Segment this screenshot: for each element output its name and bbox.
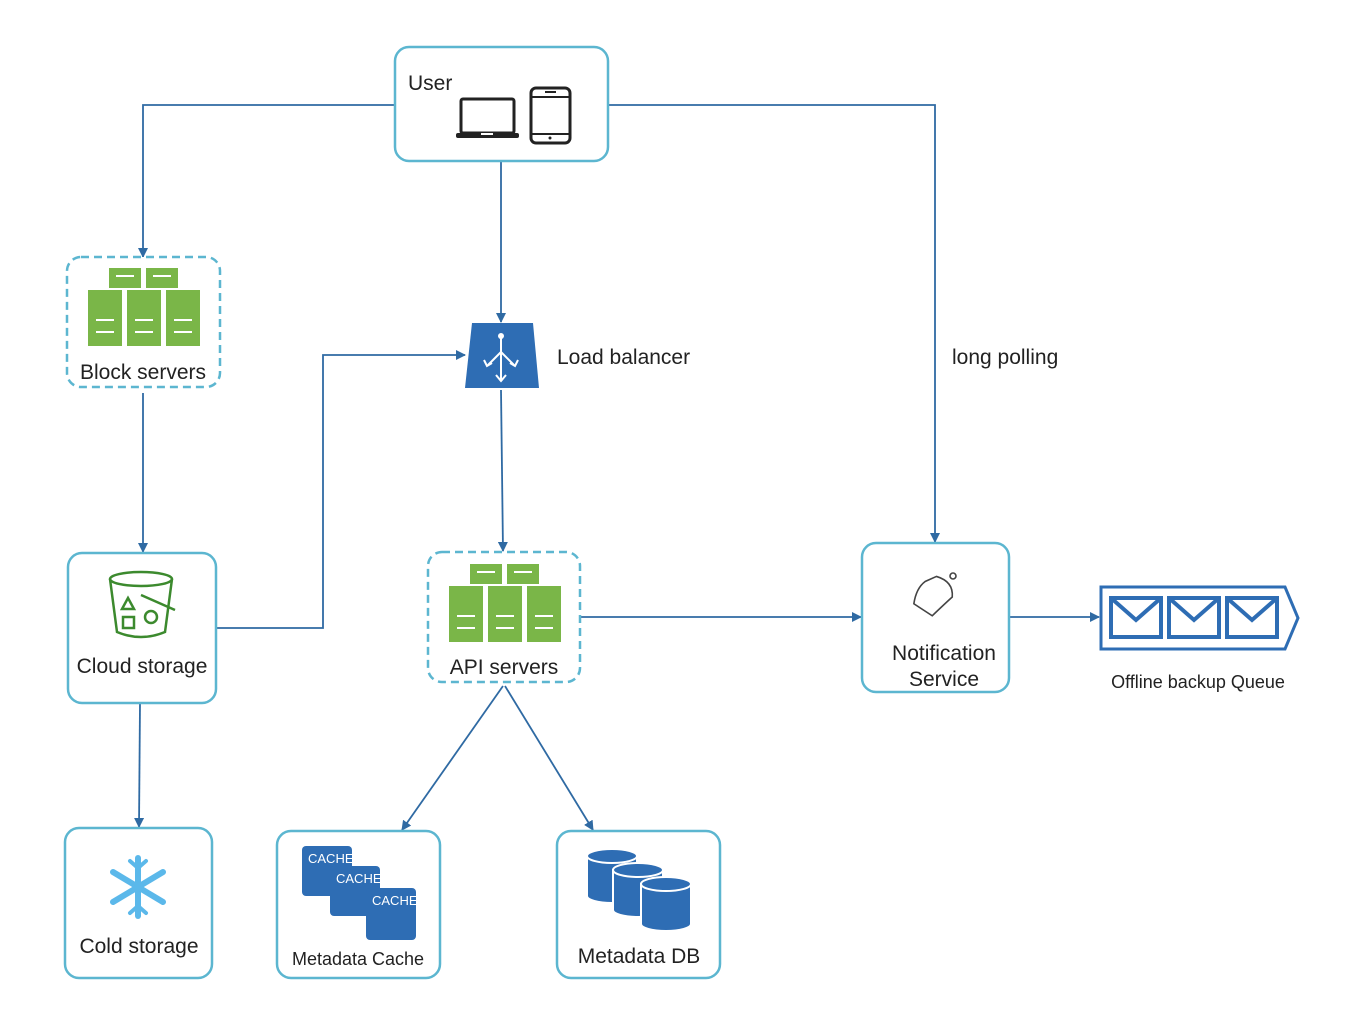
load-balancer-node[interactable]: Load balancer bbox=[465, 323, 690, 388]
edge-cloud-to-cold bbox=[134, 702, 145, 828]
user-node[interactable]: User bbox=[393, 45, 610, 163]
cold-storage-node[interactable]: Cold storage bbox=[63, 826, 214, 980]
svg-text:CACHE: CACHE bbox=[308, 851, 354, 866]
system-architecture-diagram: long polling User Block servers Load bal… bbox=[63, 45, 1300, 980]
message-queue-icon bbox=[1099, 585, 1300, 651]
offline-queue-node[interactable]: Offline backup Queue bbox=[1099, 585, 1300, 692]
notification-service-node[interactable]: Notification Service bbox=[860, 541, 1011, 694]
edge-user-to-block-servers bbox=[138, 104, 395, 258]
svg-text:CACHE: CACHE bbox=[336, 871, 382, 886]
metadata-cache-label: Metadata Cache bbox=[292, 949, 424, 969]
load-balancer-icon bbox=[465, 323, 539, 388]
cloud-storage-label: Cloud storage bbox=[77, 655, 208, 678]
edge-api-to-cache bbox=[401, 685, 504, 831]
metadata-db-node[interactable]: Metadata DB bbox=[555, 829, 722, 980]
cold-storage-label: Cold storage bbox=[79, 935, 198, 958]
notification-label-line2: Service bbox=[909, 668, 979, 691]
svg-text:CACHE: CACHE bbox=[372, 893, 418, 908]
metadata-db-label: Metadata DB bbox=[578, 945, 701, 968]
edges: long polling bbox=[134, 104, 1100, 831]
edge-user-to-notification bbox=[608, 104, 940, 543]
notification-label-line1: Notification bbox=[892, 642, 996, 665]
block-servers-node[interactable]: Block servers bbox=[65, 255, 222, 389]
long-polling-label: long polling bbox=[952, 346, 1058, 369]
user-label: User bbox=[408, 72, 452, 95]
offline-queue-label: Offline backup Queue bbox=[1111, 672, 1285, 692]
load-balancer-label: Load balancer bbox=[557, 346, 690, 369]
api-servers-node[interactable]: API servers bbox=[426, 550, 582, 684]
edge-api-to-db bbox=[504, 685, 594, 831]
metadata-cache-node[interactable]: CACHE CACHE CACHE Metadata Cache bbox=[275, 829, 442, 980]
cloud-storage-node[interactable]: Cloud storage bbox=[66, 551, 218, 705]
edge-lb-to-api bbox=[497, 389, 508, 552]
block-servers-label: Block servers bbox=[80, 361, 206, 384]
api-servers-label: API servers bbox=[450, 656, 559, 679]
